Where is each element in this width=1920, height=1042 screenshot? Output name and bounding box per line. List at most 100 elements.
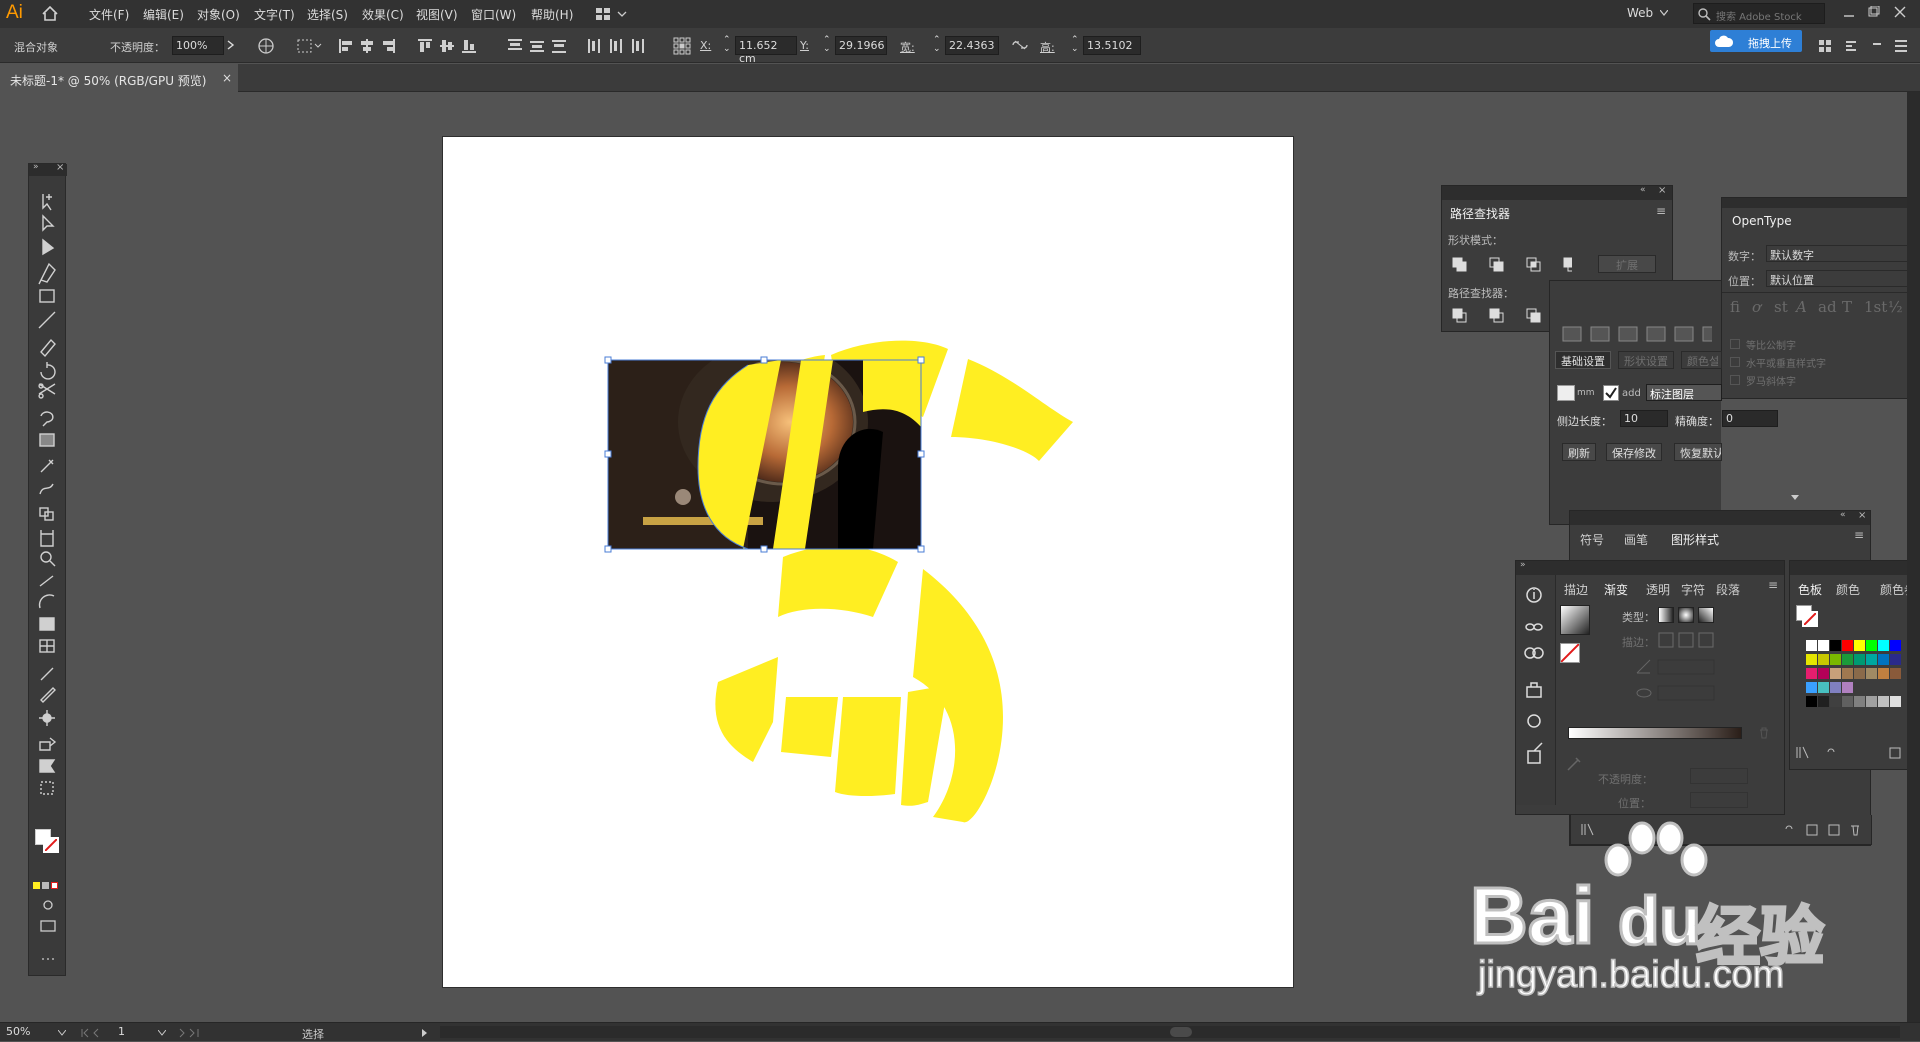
horizontal-scrollbar[interactable]	[440, 1026, 1900, 1038]
dock-icons[interactable]	[1516, 575, 1556, 795]
workspace-switcher[interactable]: Web	[1627, 6, 1653, 20]
color-swatch[interactable]	[1830, 654, 1841, 665]
menu-file[interactable]: 文件(F)	[89, 6, 129, 23]
color-swatch[interactable]	[1557, 385, 1575, 401]
artboard-number[interactable]: 1	[118, 1025, 125, 1038]
chevron-down-icon[interactable]	[1660, 10, 1668, 16]
height-stepper[interactable]: ⌃ ⌄	[1071, 36, 1079, 55]
save-button[interactable]: 保存修改	[1606, 443, 1662, 461]
window-controls[interactable]	[1842, 6, 1912, 20]
swatch-grid[interactable]	[1794, 640, 1920, 712]
menu-object[interactable]: 对象(O)	[197, 6, 240, 23]
color-swatch[interactable]	[1818, 640, 1829, 651]
radial-gradient-button[interactable]	[1678, 607, 1694, 623]
collapse-icon[interactable]: «	[1640, 185, 1646, 195]
panel-header[interactable]	[1722, 198, 1919, 208]
x-stepper[interactable]: ⌃ ⌄	[723, 36, 731, 55]
expand-button[interactable]: 扩展	[1598, 255, 1656, 273]
tab-transparency[interactable]: 透明	[1646, 581, 1670, 598]
menu-select[interactable]: 选择(S)	[307, 6, 348, 23]
color-swatch[interactable]	[1866, 654, 1877, 665]
menu-type[interactable]: 文字(T)	[254, 6, 295, 23]
figure-select[interactable]: 默认数字	[1766, 245, 1920, 262]
tab-graphic-styles[interactable]: 图形样式	[1663, 525, 1728, 551]
aspect-ratio-field[interactable]	[1636, 685, 1716, 701]
align-distribute-icons[interactable]	[338, 38, 648, 54]
stroke-color-swatch[interactable]	[43, 837, 59, 853]
artboard[interactable]	[442, 136, 1294, 988]
color-swatch[interactable]	[1806, 640, 1817, 651]
angle-field[interactable]	[1636, 659, 1716, 675]
panel-header[interactable]: « ×	[1442, 185, 1672, 200]
freeform-gradient-button[interactable]	[1698, 607, 1714, 623]
collapse-icon[interactable]: «	[1840, 510, 1846, 520]
next-last-artboard-icons[interactable]	[178, 1028, 208, 1038]
color-swatch[interactable]	[1878, 696, 1889, 707]
color-swatch[interactable]	[1818, 654, 1829, 665]
stock-search[interactable]: 搜索 Adobe Stock	[1693, 3, 1825, 24]
tab-color-settings[interactable]: 颜色설	[1681, 351, 1722, 369]
photo-image[interactable]	[608, 342, 921, 549]
scrollbar-thumb[interactable]	[1170, 1027, 1192, 1037]
panel-control-icons[interactable]	[1818, 38, 1913, 54]
color-swatch[interactable]	[1890, 654, 1901, 665]
height-input[interactable]: 13.5102	[1083, 36, 1141, 55]
opacity-input[interactable]: 100%	[172, 36, 224, 55]
tab-brushes[interactable]: 画笔	[1624, 531, 1648, 548]
gradient-preview-swatch[interactable]	[1560, 605, 1590, 635]
chevron-right-icon[interactable]	[420, 1028, 430, 1038]
color-swatch[interactable]	[1806, 696, 1817, 707]
x-input[interactable]: 11.652 cm	[735, 36, 797, 65]
tab-color[interactable]: 颜色	[1836, 581, 1860, 598]
constrain-proportions-icon[interactable]	[1012, 40, 1028, 50]
chevron-down-icon[interactable]	[58, 1030, 66, 1036]
linear-gradient-button[interactable]	[1658, 607, 1674, 623]
menu-window[interactable]: 窗口(W)	[471, 6, 516, 23]
chevron-right-icon[interactable]	[227, 40, 235, 50]
eyedropper-icon[interactable]	[1566, 756, 1582, 772]
panel-menu-icon[interactable]: ≡	[1656, 204, 1666, 218]
position-select[interactable]: 默认位置	[1766, 270, 1920, 287]
swatch-footer-icons[interactable]	[1796, 746, 1920, 760]
color-swatch[interactable]	[1818, 696, 1829, 707]
chevron-down-icon[interactable]	[158, 1030, 166, 1036]
width-input[interactable]: 22.4363	[945, 36, 999, 55]
color-swatch[interactable]	[1842, 682, 1853, 693]
checkbox[interactable]	[1730, 375, 1740, 385]
menu-view[interactable]: 视图(V)	[416, 6, 458, 23]
tab-paragraph[interactable]: 段落	[1716, 581, 1740, 598]
color-swatch[interactable]	[1866, 696, 1877, 707]
gradient-slider[interactable]	[1568, 727, 1742, 739]
checkbox[interactable]	[1730, 339, 1740, 349]
tab-shape-settings[interactable]: 形状设置	[1618, 351, 1674, 369]
panel-header[interactable]	[1790, 561, 1920, 575]
color-swatch[interactable]	[1842, 640, 1853, 651]
color-swatch[interactable]	[1854, 668, 1865, 679]
reset-button[interactable]: 恢复默认	[1674, 443, 1722, 461]
layer-input[interactable]: 标注图层	[1646, 384, 1722, 401]
collapse-icon[interactable]: »	[33, 162, 39, 172]
color-swatch[interactable]	[1830, 696, 1841, 707]
color-swatch[interactable]	[1830, 668, 1841, 679]
recolor-artwork-icon[interactable]	[258, 38, 274, 54]
color-swatch[interactable]	[1818, 668, 1829, 679]
refresh-button[interactable]: 刷新	[1562, 443, 1596, 461]
panel-header[interactable]: »	[1516, 560, 1784, 575]
reference-point-icon[interactable]	[673, 37, 691, 55]
stroke-swatch[interactable]	[1802, 611, 1818, 627]
color-swatch[interactable]	[1842, 668, 1853, 679]
side-length-input[interactable]: 10	[1620, 410, 1668, 427]
color-swatch[interactable]	[1890, 640, 1901, 651]
close-icon[interactable]: ×	[1858, 510, 1866, 521]
width-stepper[interactable]: ⌃ ⌄	[933, 36, 941, 55]
tab-gradient[interactable]: 渐变	[1596, 575, 1637, 601]
color-swatch[interactable]	[1878, 654, 1889, 665]
color-swatch[interactable]	[1806, 668, 1817, 679]
arrange-documents-icon[interactable]	[596, 8, 630, 20]
y-stepper[interactable]: ⌃ ⌄	[823, 36, 831, 55]
color-swatch[interactable]	[1890, 696, 1901, 707]
color-swatch[interactable]	[1842, 696, 1853, 707]
color-swatch[interactable]	[1866, 640, 1877, 651]
panel-header[interactable]: « ×	[1570, 510, 1870, 525]
shape-mode-buttons[interactable]	[1452, 257, 1572, 273]
